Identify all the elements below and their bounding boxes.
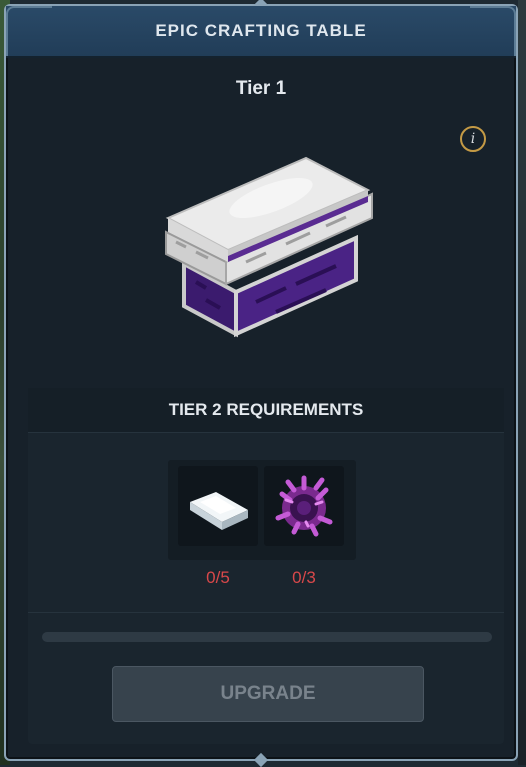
metal-ingot-icon	[190, 492, 248, 530]
requirements-divider	[28, 612, 504, 613]
dialog-title: EPIC CRAFTING TABLE	[155, 21, 367, 40]
info-glyph: i	[470, 131, 476, 147]
info-icon[interactable]: i	[460, 126, 486, 152]
requirement-count-essence: 0/3	[292, 568, 316, 587]
epic-crafting-table-icon	[165, 156, 373, 338]
requirement-slots	[168, 460, 356, 560]
requirements-panel: TIER 2 REQUIREMENTS 0/5 0/3 UPGRADE	[28, 388, 504, 744]
header-ornament-right	[470, 6, 516, 56]
requirement-count-ingot: 0/5	[206, 568, 230, 587]
void-essence-icon	[275, 475, 333, 537]
requirements-title: TIER 2 REQUIREMENTS	[168, 400, 364, 419]
requirement-slot-essence[interactable]	[264, 466, 344, 546]
dialog-header: EPIC CRAFTING TABLE	[6, 6, 516, 58]
upgrade-button[interactable]: UPGRADE	[112, 666, 424, 722]
header-ornament-left	[6, 6, 52, 56]
requirement-slot-ingot[interactable]	[178, 466, 258, 546]
requirements-header: TIER 2 REQUIREMENTS	[28, 388, 504, 433]
background-scene-right	[518, 0, 526, 765]
current-tier-label: Tier 1	[235, 78, 287, 99]
upgrade-progress-bar	[42, 632, 492, 642]
crafting-table-dialog: EPIC CRAFTING TABLE Tier 1 i TIER 2 REQU…	[4, 0, 518, 767]
